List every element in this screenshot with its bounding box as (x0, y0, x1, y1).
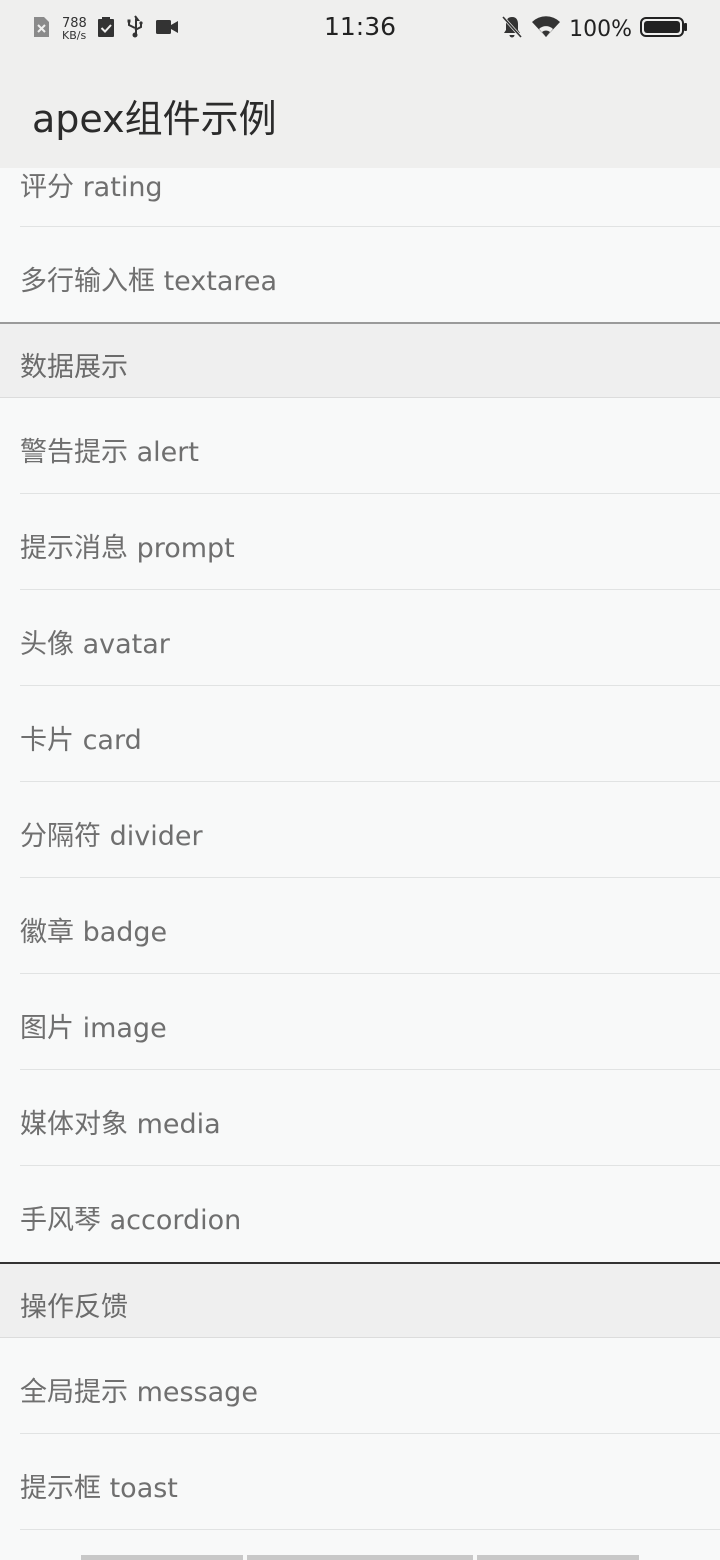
list-item-badge[interactable]: 徽章 badge (0, 878, 720, 974)
list-item-avatar[interactable]: 头像 avatar (0, 590, 720, 686)
section-header-data-display: 数据展示 (0, 322, 720, 398)
status-bar: 788 KB/s 11:36 100% (0, 0, 720, 58)
list-item-accordion[interactable]: 手风琴 accordion (0, 1166, 720, 1262)
component-list: 评分 rating 多行输入框 textarea 数据展示 警告提示 alert… (0, 168, 720, 1530)
list-item-toast[interactable]: 提示框 toast (0, 1434, 720, 1530)
list-item-label: 分隔符 divider (20, 821, 203, 852)
list-item-alert[interactable]: 警告提示 alert (0, 398, 720, 494)
list-item-card[interactable]: 卡片 card (0, 686, 720, 782)
list-item-label: 警告提示 alert (20, 437, 199, 468)
wifi-icon (531, 15, 561, 43)
list-item-label: 媒体对象 media (20, 1109, 221, 1140)
list-item-label: 评分 rating (20, 172, 163, 203)
battery-icon (640, 16, 688, 42)
list-item-prompt[interactable]: 提示消息 prompt (0, 494, 720, 590)
bottom-bar-segment (81, 1555, 243, 1560)
app-title: apex组件示例 (32, 97, 277, 141)
list-item-label: 提示框 toast (20, 1473, 178, 1504)
list-item-rating[interactable]: 评分 rating (0, 168, 720, 227)
list-item-label: 手风琴 accordion (20, 1205, 242, 1236)
bottom-bar-segment (477, 1555, 639, 1560)
screen: 788 KB/s 11:36 100% apex组件示例 评分 rating 多… (0, 0, 720, 1560)
section-title: 数据展示 (20, 352, 128, 383)
section-title: 操作反馈 (20, 1292, 128, 1323)
status-bar-right: 100% (501, 14, 688, 44)
list-item-label: 卡片 card (20, 725, 142, 756)
list-item-label: 全局提示 message (20, 1377, 258, 1408)
divider (20, 1529, 720, 1530)
list-item-label: 提示消息 prompt (20, 533, 235, 564)
list-item-textarea[interactable]: 多行输入框 textarea (0, 227, 720, 322)
battery-percentage: 100% (569, 16, 632, 42)
list-item-media[interactable]: 媒体对象 media (0, 1070, 720, 1166)
list-item-message[interactable]: 全局提示 message (0, 1338, 720, 1434)
app-bar: apex组件示例 (0, 58, 720, 168)
bottom-bar-segment (247, 1555, 473, 1560)
bottom-edge-bars (0, 1554, 720, 1560)
list-item-label: 徽章 badge (20, 917, 168, 948)
list-item-image[interactable]: 图片 image (0, 974, 720, 1070)
bell-off-icon (501, 15, 523, 43)
list-item-label: 多行输入框 textarea (20, 266, 278, 297)
list-item-divider[interactable]: 分隔符 divider (0, 782, 720, 878)
list-item-label: 图片 image (20, 1013, 167, 1044)
list-item-label: 头像 avatar (20, 629, 170, 660)
section-header-feedback: 操作反馈 (0, 1262, 720, 1338)
